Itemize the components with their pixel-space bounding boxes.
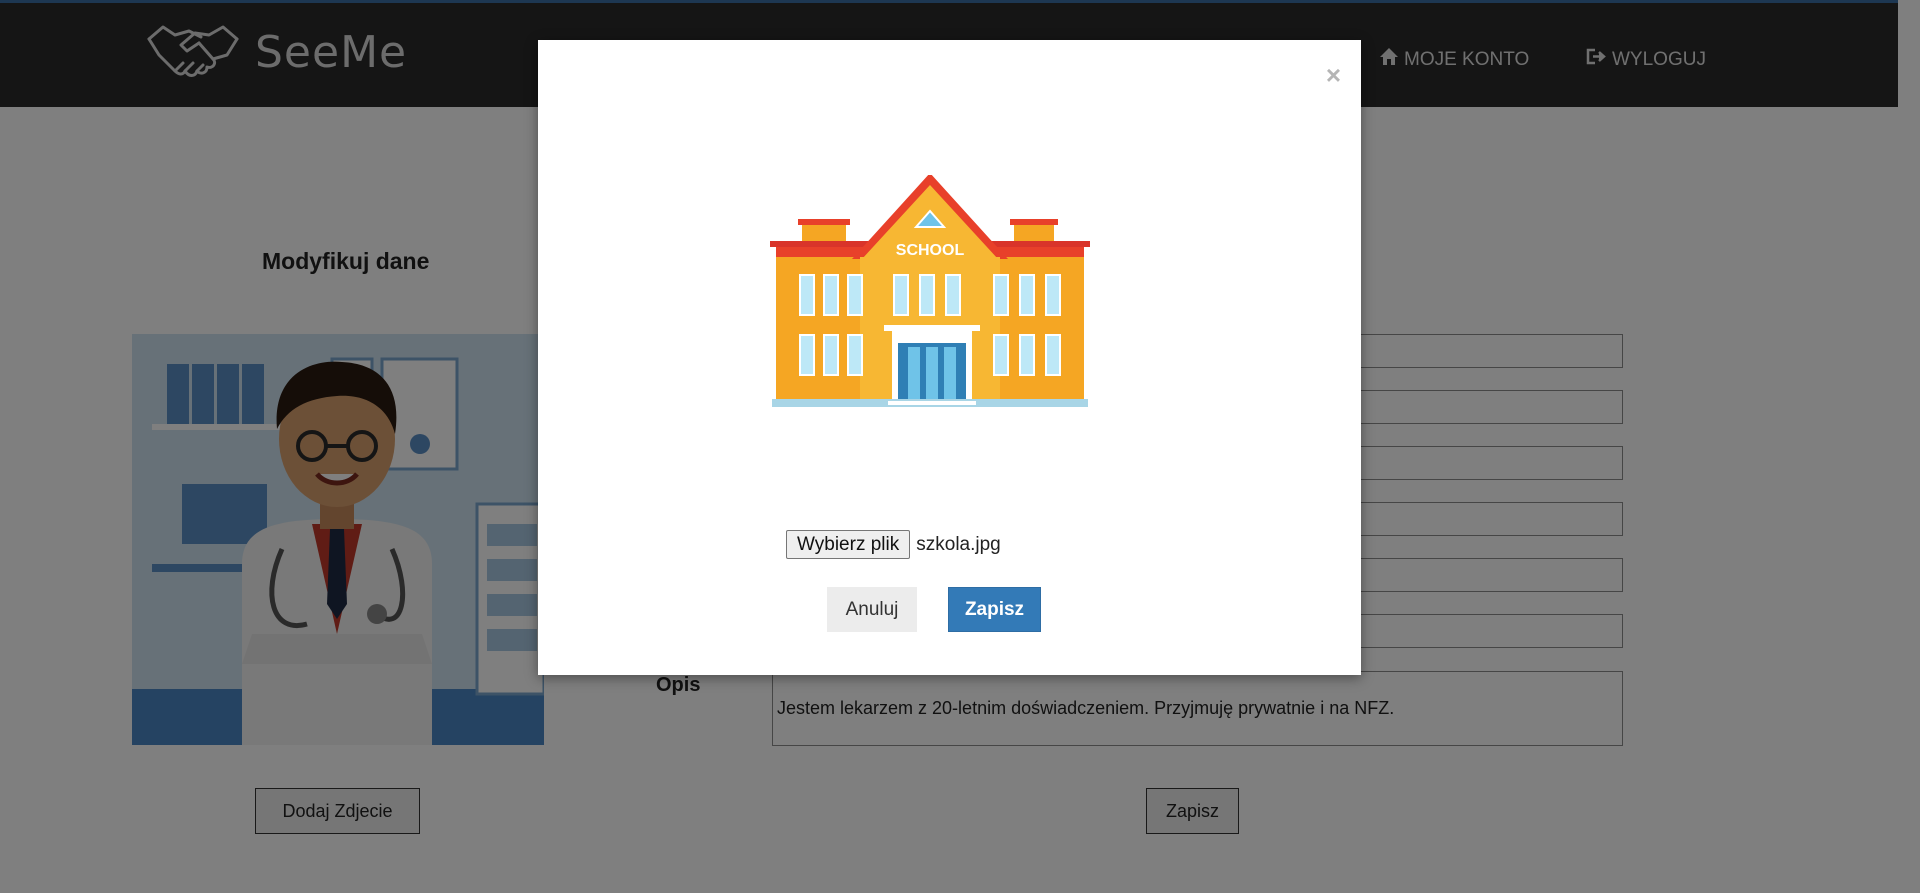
upload-photo-modal: × SCHOOL Wybierz plik szkola.jpg Anuluj … [538, 40, 1361, 675]
close-icon[interactable]: × [1326, 62, 1341, 88]
choose-file-button[interactable]: Wybierz plik [786, 530, 911, 559]
photo-preview: SCHOOL [768, 173, 1092, 416]
school-sign: SCHOOL [896, 242, 965, 259]
file-input: Wybierz plik szkola.jpg [786, 530, 1001, 559]
submit-button[interactable]: Zapisz [948, 587, 1041, 632]
cancel-button[interactable]: Anuluj [827, 587, 917, 632]
selected-file-name: szkola.jpg [916, 533, 1001, 555]
